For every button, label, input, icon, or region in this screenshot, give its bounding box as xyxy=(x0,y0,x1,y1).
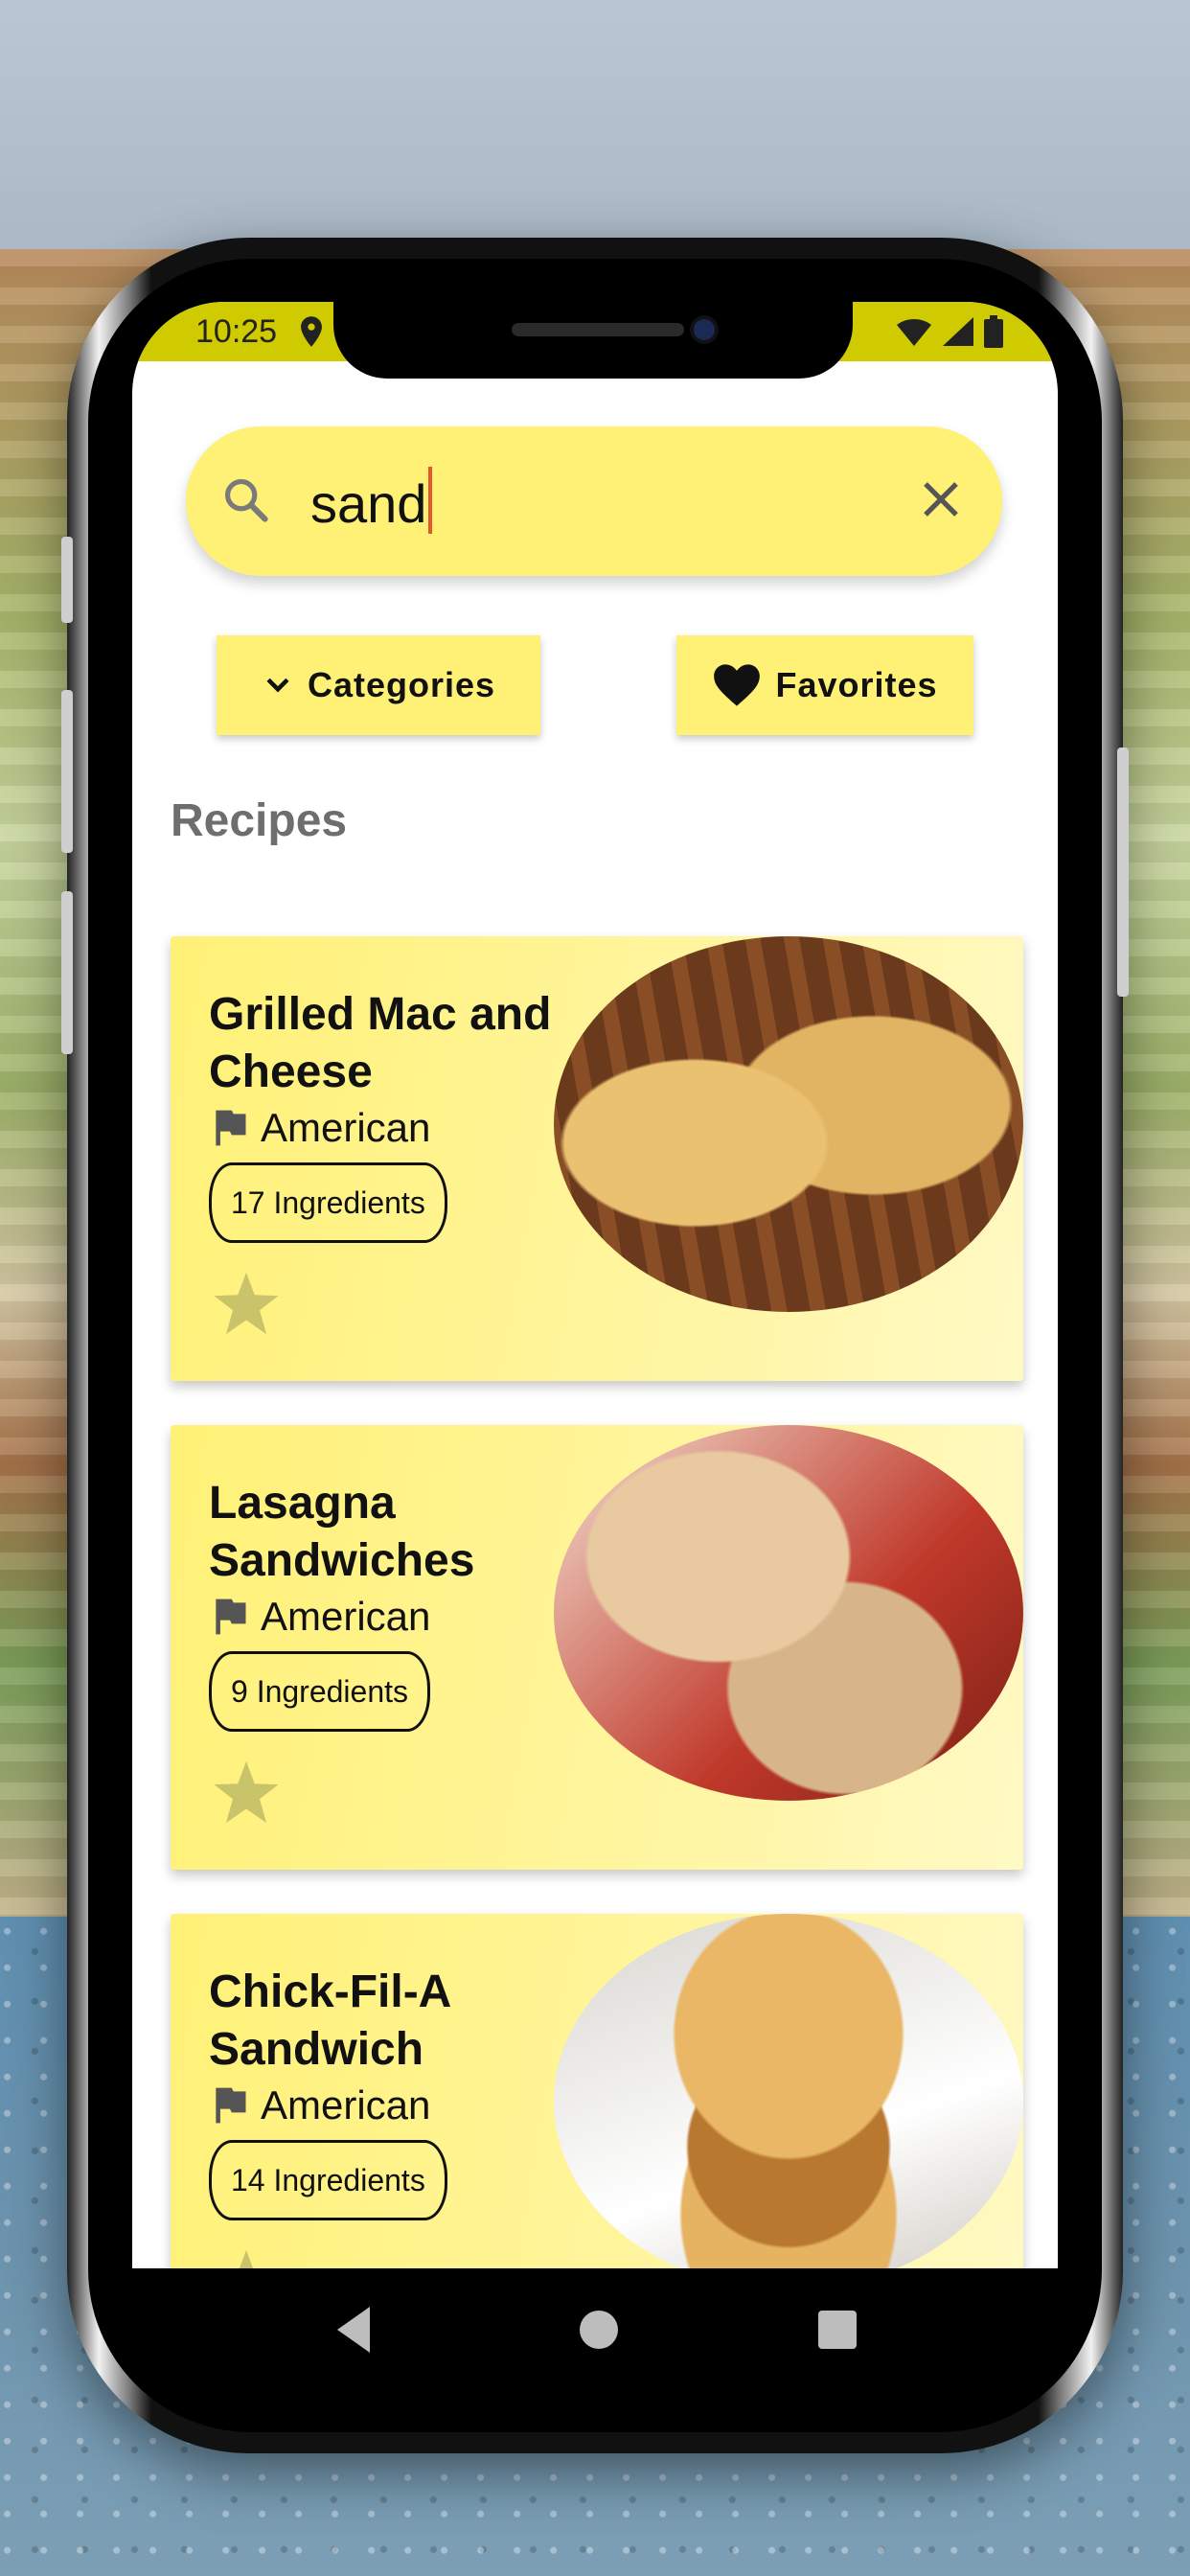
phone-side-button xyxy=(61,537,73,623)
recipe-cuisine-label: American xyxy=(261,2082,431,2128)
heart-icon xyxy=(714,664,761,706)
recipe-card[interactable]: Lasagna Sandwiches American 9 Ingredient… xyxy=(171,1425,1023,1870)
camera-notch xyxy=(333,302,853,379)
categories-label: Categories xyxy=(307,665,496,704)
search-icon[interactable] xyxy=(220,474,270,524)
phone-power-button xyxy=(1117,748,1129,997)
flag-icon xyxy=(216,2087,246,2124)
recipe-title: Lasagna Sandwiches xyxy=(209,1478,475,1586)
text-caret xyxy=(428,467,433,534)
favorites-button[interactable]: Favorites xyxy=(676,635,973,735)
app-screen: 10:25 sand Categories Favorites Recipes … xyxy=(132,302,1058,2268)
recipe-card[interactable]: Grilled Mac and Cheese American 17 Ingre… xyxy=(171,936,1023,1381)
recents-icon[interactable] xyxy=(814,2303,860,2357)
battery-icon xyxy=(984,315,1003,348)
signal-icon xyxy=(943,317,973,346)
recipe-cuisine-label: American xyxy=(261,1105,431,1150)
recipe-cuisine: American xyxy=(209,1594,430,1640)
categories-button[interactable]: Categories xyxy=(217,635,540,735)
ingredients-count-chip: 17 Ingredients xyxy=(209,1162,447,1243)
search-query: sand xyxy=(310,473,427,534)
home-icon[interactable] xyxy=(575,2303,623,2357)
recipe-title: Chick-Fil-A Sandwich xyxy=(209,1966,450,2075)
navigation-bar xyxy=(132,2268,1058,2393)
wifi-icon xyxy=(897,319,931,346)
favorite-star-icon[interactable] xyxy=(213,1270,280,1337)
recipe-image xyxy=(554,1914,1023,2268)
ingredients-count-chip: 14 Ingredients xyxy=(209,2140,447,2220)
search-bar[interactable]: sand xyxy=(186,426,1002,576)
recipe-title: Grilled Mac and Cheese xyxy=(209,989,552,1097)
recipe-image xyxy=(554,1425,1023,1801)
favorite-star-icon[interactable] xyxy=(213,1759,280,1826)
phone-volume-up xyxy=(61,690,73,853)
ingredients-count-chip: 9 Ingredients xyxy=(209,1651,431,1732)
flag-icon xyxy=(216,1110,246,1146)
status-icons xyxy=(895,315,1004,348)
back-icon[interactable] xyxy=(332,2303,378,2357)
favorites-label: Favorites xyxy=(775,665,938,704)
section-title: Recipes xyxy=(171,795,348,846)
location-icon xyxy=(301,316,322,347)
recipe-card[interactable]: Chick-Fil-A Sandwich American 14 Ingredi… xyxy=(171,1914,1023,2268)
favorite-star-icon[interactable] xyxy=(213,2247,280,2268)
recipe-cuisine: American xyxy=(209,1105,430,1151)
recipe-image xyxy=(554,936,1023,1312)
close-icon[interactable] xyxy=(918,476,964,522)
phone-volume-down xyxy=(61,891,73,1054)
earpiece-speaker xyxy=(512,323,684,336)
recipe-cuisine: American xyxy=(209,2082,430,2128)
search-input[interactable]: sand xyxy=(310,467,433,535)
front-camera xyxy=(694,319,715,340)
recipe-cuisine-label: American xyxy=(261,1594,431,1639)
flag-icon xyxy=(216,1598,246,1635)
chevron-down-icon xyxy=(266,678,289,693)
status-time: 10:25 xyxy=(195,313,278,350)
